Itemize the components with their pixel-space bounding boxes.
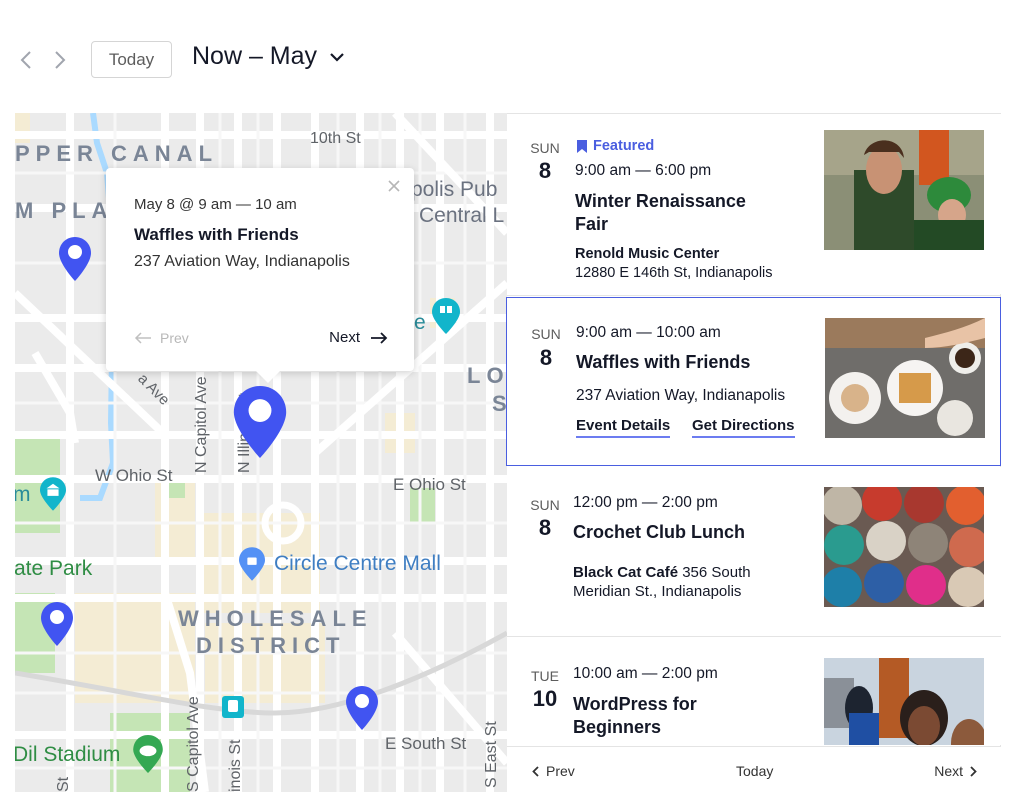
stadium-poi-icon[interactable] xyxy=(133,735,163,773)
event-time: 9:00 am — 6:00 pm xyxy=(575,162,712,179)
event-details-link[interactable]: Event Details xyxy=(576,417,671,438)
event-day-of-week: SUN xyxy=(531,326,561,342)
map-label-w-ohio: W Ohio St xyxy=(95,466,173,485)
chevron-right-icon xyxy=(970,765,977,777)
date-range-label: Now – May xyxy=(192,42,318,70)
map-label-s-illinois: inois St xyxy=(227,739,244,792)
chevron-down-icon xyxy=(330,52,344,62)
event-map-pin[interactable] xyxy=(41,602,73,646)
map-label-st-fragment: St xyxy=(55,776,72,792)
event-venue: Renold Music Center 12880 E 146th St, In… xyxy=(575,245,810,283)
get-directions-link[interactable]: Get Directions xyxy=(692,417,795,438)
map-label-wholesale: WHOLESALE xyxy=(178,606,373,631)
popup-event-title[interactable]: Waffles with Friends xyxy=(134,225,299,245)
museum-poi-icon[interactable] xyxy=(40,477,66,511)
event-time: 12:00 pm — 2:00 pm xyxy=(573,494,718,511)
map-label-s-capitol: S Capitol Ave xyxy=(185,696,202,792)
popup-next-label: Next xyxy=(329,329,360,346)
event-image-waffles[interactable] xyxy=(825,318,985,438)
list-next-button[interactable]: Next xyxy=(934,763,977,779)
map-label-park-e: e xyxy=(414,311,426,334)
map-label-e-ohio: E Ohio St xyxy=(393,475,466,494)
featured-badge: Featured xyxy=(577,138,654,154)
map-label-upper-canal: PPER CANAL xyxy=(15,141,219,166)
map-label-circle-centre-mall: Circle Centre Mall xyxy=(274,552,441,575)
map-label-stadium: Dil Stadium xyxy=(15,743,121,766)
event-day-of-week: SUN xyxy=(530,140,560,156)
waffles-photo xyxy=(825,318,985,438)
list-next-label: Next xyxy=(934,763,963,779)
event-list-item-selected[interactable]: SUN 8 9:00 am — 10:00 am Waffles with Fr… xyxy=(506,297,1001,466)
event-map-pin[interactable] xyxy=(346,686,378,730)
popup-event-date: May 8 @ 9 am — 10 am xyxy=(134,196,297,213)
arrow-left-icon xyxy=(134,332,151,344)
next-range-button[interactable] xyxy=(50,47,70,73)
chevron-right-icon xyxy=(55,51,66,69)
chevron-left-icon xyxy=(532,765,539,777)
prev-range-button[interactable] xyxy=(16,47,36,73)
map-label-s-east-st: S East St xyxy=(483,721,500,788)
event-list-item[interactable]: SUN 8 Featured 9:00 am — 6:00 pm Winter … xyxy=(507,114,1001,294)
event-list-item[interactable]: SUN 8 12:00 pm — 2:00 pm Crochet Club Lu… xyxy=(507,467,1001,636)
popup-event-address: 237 Aviation Way, Indianapolis xyxy=(134,253,350,270)
transit-station-icon[interactable] xyxy=(222,696,244,718)
event-day-of-week: SUN xyxy=(530,497,560,513)
event-title[interactable]: Crochet Club Lunch xyxy=(573,521,813,544)
event-title[interactable]: Winter Renaissance Fair xyxy=(575,190,775,236)
map-label-e-south-st: E South St xyxy=(385,734,467,753)
workshop-photo xyxy=(824,658,984,745)
popup-prev-label: Prev xyxy=(160,330,189,346)
list-pagination: Prev Today Next xyxy=(507,746,1001,792)
map-label-lockerbie-2: S xyxy=(492,391,507,416)
featured-label: Featured xyxy=(593,138,655,154)
restaurant-poi-icon[interactable] xyxy=(432,298,460,334)
event-time: 9:00 am — 10:00 am xyxy=(576,324,721,341)
map-label-district: DISTRICT xyxy=(196,633,346,658)
event-venue-address: 237 Aviation Way, Indianapolis xyxy=(576,387,786,404)
event-map-pin[interactable] xyxy=(59,237,91,281)
map-event-popup: May 8 @ 9 am — 10 am Waffles with Friend… xyxy=(106,168,414,383)
list-today-button[interactable]: Today xyxy=(736,763,773,779)
event-image-crochet[interactable] xyxy=(824,487,984,607)
event-list-item[interactable]: TUE 10 10:00 am — 2:00 pm WordPress for … xyxy=(507,637,1001,745)
event-day-number: 8 xyxy=(538,515,552,540)
chevron-left-icon xyxy=(20,51,31,69)
event-day-number: 10 xyxy=(532,686,558,711)
event-list: SUN 8 Featured 9:00 am — 6:00 pm Winter … xyxy=(506,113,1001,792)
event-venue-address: 12880 E 146th St, Indianapolis xyxy=(575,265,773,281)
shopping-poi-icon[interactable] xyxy=(239,547,265,581)
map-label-state-park: ate Park xyxy=(15,557,93,580)
event-venue-name: Renold Music Center xyxy=(575,246,720,262)
map-label-library-2: Central L xyxy=(419,204,505,227)
bookmark-icon xyxy=(577,139,587,153)
list-prev-button[interactable]: Prev xyxy=(532,763,575,779)
today-button[interactable]: Today xyxy=(91,41,172,78)
yarn-photo xyxy=(824,487,984,607)
selected-event-map-pin[interactable] xyxy=(233,386,287,458)
event-image-renaissance-fair[interactable] xyxy=(824,130,984,250)
event-day-number: 8 xyxy=(538,158,552,183)
event-image-wordpress[interactable] xyxy=(824,658,984,745)
event-time: 10:00 am — 2:00 pm xyxy=(573,665,718,682)
close-icon[interactable] xyxy=(386,178,402,194)
map-label-museum: m xyxy=(15,483,31,506)
map-label-n-capitol: N Capitol Ave xyxy=(193,376,210,473)
list-divider xyxy=(507,295,1001,296)
renaissance-fair-photo xyxy=(824,130,984,250)
map-label-library-1: polis Pub xyxy=(411,178,498,201)
arrow-right-icon xyxy=(371,331,388,344)
calendar-header: Today Now – May xyxy=(0,0,1018,112)
event-day-number: 8 xyxy=(539,345,553,370)
event-day-of-week: TUE xyxy=(531,668,559,684)
list-prev-label: Prev xyxy=(546,763,575,779)
event-venue: Black Cat Café 356 South Meridian St., I… xyxy=(573,563,808,601)
map-label-lockerbie-1: LO xyxy=(467,363,507,388)
event-title[interactable]: WordPress for Beginners xyxy=(573,693,753,739)
event-venue-name: Black Cat Café xyxy=(573,564,679,581)
popup-next-button[interactable]: Next xyxy=(329,329,388,346)
popup-prev-button[interactable]: Prev xyxy=(134,330,189,346)
map-label-10th-st: 10th St xyxy=(310,130,361,147)
event-title[interactable]: Waffles with Friends xyxy=(576,351,816,374)
date-range-selector[interactable]: Now – May xyxy=(192,42,345,71)
